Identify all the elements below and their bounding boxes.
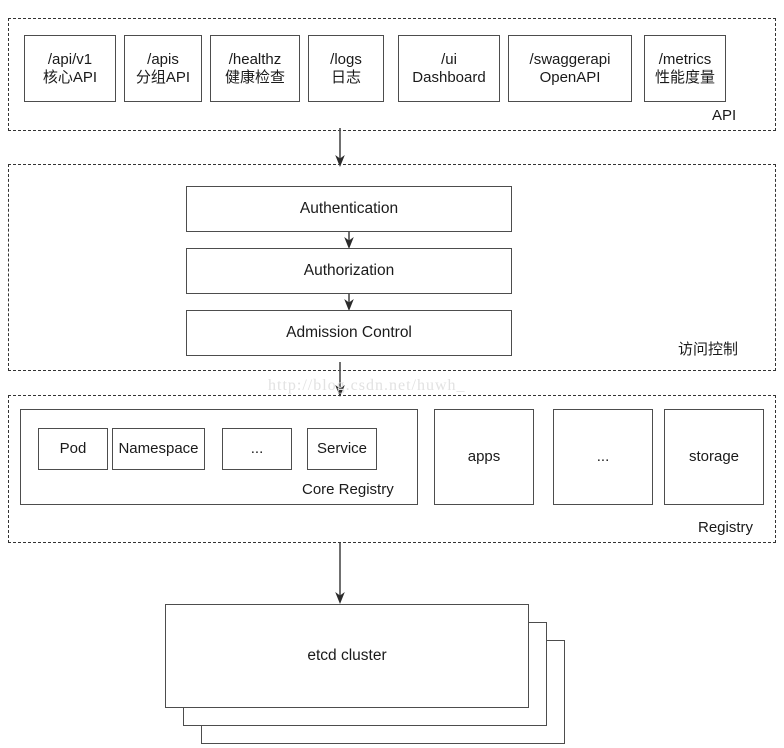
access-control-stage-label-1: Authorization bbox=[303, 261, 395, 279]
core-registry-item-namespace[interactable]: Namespace bbox=[112, 428, 205, 470]
api-endpoint-path-1: /apis bbox=[147, 50, 179, 68]
api-group-label: API bbox=[712, 107, 737, 124]
api-endpoint-box-1[interactable]: /apis 分组API bbox=[124, 35, 202, 102]
registry-item-label-2: storage bbox=[688, 448, 740, 466]
arrow-registry-to-etcd bbox=[335, 543, 345, 604]
api-endpoint-desc-1: 分组API bbox=[135, 68, 191, 86]
core-registry-item-label-0: Pod bbox=[59, 440, 87, 458]
access-control-stage-label-0: Authentication bbox=[299, 199, 399, 217]
core-registry-item-service[interactable]: Service bbox=[307, 428, 377, 470]
access-control-group-label: 访问控制 bbox=[678, 341, 739, 358]
api-endpoint-path-4: /ui bbox=[441, 50, 457, 68]
access-control-stage-authorization[interactable]: Authorization bbox=[186, 248, 512, 294]
core-registry-item-label-2: ... bbox=[250, 440, 264, 458]
api-endpoint-desc-3: 日志 bbox=[330, 68, 361, 86]
api-endpoint-box-5[interactable]: /swaggerapi OpenAPI bbox=[508, 35, 632, 102]
api-endpoint-path-3: /logs bbox=[330, 50, 362, 68]
core-registry-item-ellipsis[interactable]: ... bbox=[222, 428, 292, 470]
core-registry-item-label-3: Service bbox=[316, 440, 368, 458]
registry-item-label-1: ... bbox=[596, 448, 610, 466]
api-endpoint-box-3[interactable]: /logs 日志 bbox=[308, 35, 384, 102]
api-endpoint-path-2: /healthz bbox=[228, 50, 282, 68]
api-endpoint-path-5: /swaggerapi bbox=[529, 50, 611, 68]
core-registry-item-pod[interactable]: Pod bbox=[38, 428, 108, 470]
api-endpoint-path-0: /api/v1 bbox=[47, 50, 93, 68]
access-control-stage-authentication[interactable]: Authentication bbox=[186, 186, 512, 232]
core-registry-item-label-1: Namespace bbox=[118, 440, 199, 458]
etcd-cluster-replica-1[interactable]: etcd cluster bbox=[165, 604, 529, 708]
registry-item-label-0: apps bbox=[467, 448, 501, 466]
arrow-api-to-access-control bbox=[335, 128, 345, 167]
etcd-cluster-label: etcd cluster bbox=[307, 647, 387, 664]
registry-item-ellipsis[interactable]: ... bbox=[553, 409, 653, 505]
access-control-stage-label-2: Admission Control bbox=[286, 323, 412, 341]
api-endpoint-desc-2: 健康检查 bbox=[224, 68, 285, 86]
core-registry-label: Core Registry bbox=[302, 481, 394, 498]
diagram-canvas: /api/v1 核心API /apis 分组API /healthz 健康检查 … bbox=[0, 0, 784, 748]
api-endpoint-desc-6: 性能度量 bbox=[654, 68, 715, 86]
registry-group-label: Registry bbox=[698, 519, 754, 536]
api-endpoint-box-6[interactable]: /metrics 性能度量 bbox=[644, 35, 726, 102]
api-endpoint-box-2[interactable]: /healthz 健康检查 bbox=[210, 35, 300, 102]
watermark: http://blog.csdn.net/huwh_ bbox=[268, 377, 466, 394]
registry-item-storage[interactable]: storage bbox=[664, 409, 764, 505]
api-endpoint-box-0[interactable]: /api/v1 核心API bbox=[24, 35, 116, 102]
api-endpoint-desc-0: 核心API bbox=[42, 68, 98, 86]
api-endpoint-box-4[interactable]: /ui Dashboard bbox=[398, 35, 500, 102]
api-endpoint-desc-5: OpenAPI bbox=[539, 68, 601, 86]
api-endpoint-path-6: /metrics bbox=[658, 50, 712, 68]
registry-item-apps[interactable]: apps bbox=[434, 409, 534, 505]
api-endpoint-desc-4: Dashboard bbox=[412, 68, 486, 86]
access-control-stage-admission-control[interactable]: Admission Control bbox=[186, 310, 512, 356]
